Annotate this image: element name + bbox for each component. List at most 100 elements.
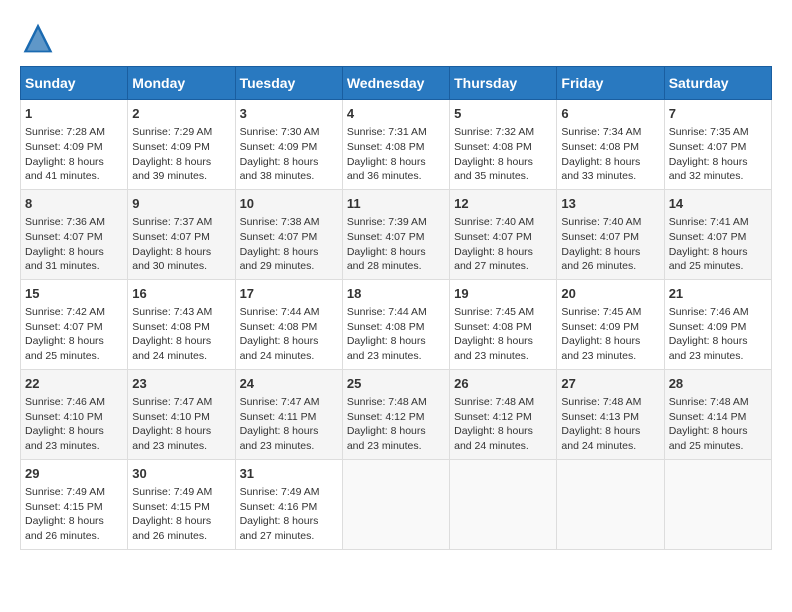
day-number: 15 <box>25 285 123 303</box>
table-row: 7Sunrise: 7:35 AMSunset: 4:07 PMDaylight… <box>664 100 771 190</box>
daylight: Daylight: 8 hours and 24 minutes. <box>240 335 319 362</box>
sunrise: Sunrise: 7:41 AM <box>669 216 749 228</box>
daylight: Daylight: 8 hours and 35 minutes. <box>454 156 533 183</box>
sunrise: Sunrise: 7:31 AM <box>347 126 427 138</box>
daylight: Daylight: 8 hours and 31 minutes. <box>25 246 104 273</box>
daylight: Daylight: 8 hours and 23 minutes. <box>561 335 640 362</box>
sunrise: Sunrise: 7:36 AM <box>25 216 105 228</box>
sunrise: Sunrise: 7:28 AM <box>25 126 105 138</box>
sunset: Sunset: 4:14 PM <box>669 411 747 423</box>
sunrise: Sunrise: 7:34 AM <box>561 126 641 138</box>
table-row: 2Sunrise: 7:29 AMSunset: 4:09 PMDaylight… <box>128 100 235 190</box>
day-number: 13 <box>561 195 659 213</box>
sunset: Sunset: 4:07 PM <box>25 231 103 243</box>
daylight: Daylight: 8 hours and 27 minutes. <box>454 246 533 273</box>
daylight: Daylight: 8 hours and 25 minutes. <box>25 335 104 362</box>
column-header-saturday: Saturday <box>664 67 771 100</box>
table-row: 13Sunrise: 7:40 AMSunset: 4:07 PMDayligh… <box>557 189 664 279</box>
sunset: Sunset: 4:08 PM <box>240 321 318 333</box>
sunset: Sunset: 4:09 PM <box>669 321 747 333</box>
table-row <box>450 459 557 549</box>
table-row: 9Sunrise: 7:37 AMSunset: 4:07 PMDaylight… <box>128 189 235 279</box>
table-row: 5 Sunrise: 7:32 AM Sunset: 4:08 PM Daylight… <box>450 100 557 190</box>
day-number: 24 <box>240 375 338 393</box>
table-row: 21Sunrise: 7:46 AMSunset: 4:09 PMDayligh… <box>664 279 771 369</box>
sunset: Sunset: 4:07 PM <box>132 231 210 243</box>
day-number: 3 <box>240 105 338 123</box>
table-row: 24Sunrise: 7:47 AMSunset: 4:11 PMDayligh… <box>235 369 342 459</box>
table-row: 6Sunrise: 7:34 AMSunset: 4:08 PMDaylight… <box>557 100 664 190</box>
day-number: 10 <box>240 195 338 213</box>
table-row: 30Sunrise: 7:49 AMSunset: 4:15 PMDayligh… <box>128 459 235 549</box>
daylight: Daylight: 8 hours and 26 minutes. <box>25 515 104 542</box>
daylight: Daylight: 8 hours and 24 minutes. <box>454 425 533 452</box>
table-row: 19Sunrise: 7:45 AMSunset: 4:08 PMDayligh… <box>450 279 557 369</box>
sunrise: Sunrise: 7:49 AM <box>240 486 320 498</box>
sunset: Sunset: 4:07 PM <box>347 231 425 243</box>
day-number: 23 <box>132 375 230 393</box>
column-header-wednesday: Wednesday <box>342 67 449 100</box>
day-number: 22 <box>25 375 123 393</box>
daylight: Daylight: 8 hours and 23 minutes. <box>669 335 748 362</box>
sunset: Sunset: 4:08 PM <box>561 141 639 153</box>
column-header-thursday: Thursday <box>450 67 557 100</box>
sunset: Sunset: 4:09 PM <box>240 141 318 153</box>
sunrise: Sunrise: 7:40 AM <box>454 216 534 228</box>
table-row: 15Sunrise: 7:42 AMSunset: 4:07 PMDayligh… <box>21 279 128 369</box>
table-row: 16Sunrise: 7:43 AMSunset: 4:08 PMDayligh… <box>128 279 235 369</box>
sunset: Sunset: 4:15 PM <box>25 501 103 513</box>
daylight: Daylight: 8 hours and 30 minutes. <box>132 246 211 273</box>
table-row: 8Sunrise: 7:36 AMSunset: 4:07 PMDaylight… <box>21 189 128 279</box>
sunset: Sunset: 4:07 PM <box>25 321 103 333</box>
table-row: 22Sunrise: 7:46 AMSunset: 4:10 PMDayligh… <box>21 369 128 459</box>
day-number: 14 <box>669 195 767 213</box>
table-row: 17Sunrise: 7:44 AMSunset: 4:08 PMDayligh… <box>235 279 342 369</box>
daylight: Daylight: 8 hours and 27 minutes. <box>240 515 319 542</box>
sunrise: Sunrise: 7:29 AM <box>132 126 212 138</box>
sunset: Sunset: 4:11 PM <box>240 411 317 423</box>
sunrise: Sunrise: 7:32 AM <box>454 126 534 138</box>
sunset: Sunset: 4:08 PM <box>132 321 210 333</box>
daylight: Daylight: 8 hours and 39 minutes. <box>132 156 211 183</box>
table-row: 14Sunrise: 7:41 AMSunset: 4:07 PMDayligh… <box>664 189 771 279</box>
day-number: 17 <box>240 285 338 303</box>
sunset: Sunset: 4:07 PM <box>669 141 747 153</box>
calendar-week-4: 22Sunrise: 7:46 AMSunset: 4:10 PMDayligh… <box>21 369 772 459</box>
daylight: Daylight: 8 hours and 26 minutes. <box>561 246 640 273</box>
daylight: Daylight: 8 hours and 23 minutes. <box>132 425 211 452</box>
day-number: 21 <box>669 285 767 303</box>
daylight: Daylight: 8 hours and 41 minutes. <box>25 156 104 183</box>
sunrise: Sunrise: 7:44 AM <box>347 306 427 318</box>
day-number: 25 <box>347 375 445 393</box>
daylight: Daylight: 8 hours and 24 minutes. <box>561 425 640 452</box>
sunrise: Sunrise: 7:47 AM <box>132 396 212 408</box>
sunrise: Sunrise: 7:39 AM <box>347 216 427 228</box>
table-row: 23Sunrise: 7:47 AMSunset: 4:10 PMDayligh… <box>128 369 235 459</box>
table-row: 4Sunrise: 7:31 AMSunset: 4:08 PMDaylight… <box>342 100 449 190</box>
sunrise: Sunrise: 7:47 AM <box>240 396 320 408</box>
table-row: 28Sunrise: 7:48 AMSunset: 4:14 PMDayligh… <box>664 369 771 459</box>
day-number: 29 <box>25 465 123 483</box>
table-row: 20Sunrise: 7:45 AMSunset: 4:09 PMDayligh… <box>557 279 664 369</box>
sunset: Sunset: 4:12 PM <box>454 411 532 423</box>
table-row: 3Sunrise: 7:30 AMSunset: 4:09 PMDaylight… <box>235 100 342 190</box>
sunset: Sunset: 4:08 PM <box>347 141 425 153</box>
day-number: 5 <box>454 105 552 123</box>
table-row: 12Sunrise: 7:40 AMSunset: 4:07 PMDayligh… <box>450 189 557 279</box>
calendar-week-1: 1 Sunrise: 7:28 AM Sunset: 4:09 PM Daylight… <box>21 100 772 190</box>
table-row <box>557 459 664 549</box>
daylight: Daylight: 8 hours and 26 minutes. <box>132 515 211 542</box>
sunset: Sunset: 4:08 PM <box>454 141 532 153</box>
sunrise: Sunrise: 7:48 AM <box>347 396 427 408</box>
sunrise: Sunrise: 7:49 AM <box>25 486 105 498</box>
day-number: 19 <box>454 285 552 303</box>
day-number: 9 <box>132 195 230 213</box>
day-number: 12 <box>454 195 552 213</box>
table-row: 31Sunrise: 7:49 AMSunset: 4:16 PMDayligh… <box>235 459 342 549</box>
day-number: 30 <box>132 465 230 483</box>
sunset: Sunset: 4:09 PM <box>561 321 639 333</box>
day-number: 26 <box>454 375 552 393</box>
calendar-week-3: 15Sunrise: 7:42 AMSunset: 4:07 PMDayligh… <box>21 279 772 369</box>
sunrise: Sunrise: 7:40 AM <box>561 216 641 228</box>
day-number: 1 <box>25 105 123 123</box>
